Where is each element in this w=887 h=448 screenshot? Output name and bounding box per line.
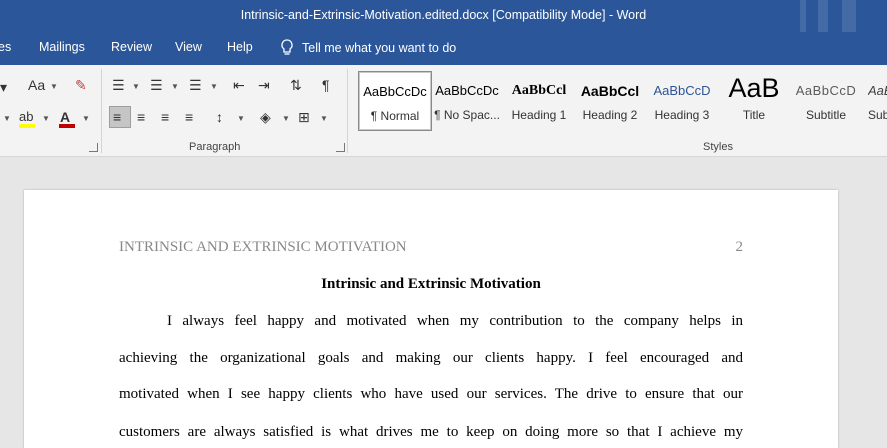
- justify-icon[interactable]: ≡: [185, 109, 193, 125]
- style-heading-2[interactable]: AaBbCcl Heading 2: [573, 71, 647, 131]
- font-size-icon[interactable]: ▾: [0, 79, 7, 95]
- style-no-spacing[interactable]: AaBbCcDc ¶ No Spac...: [430, 71, 504, 131]
- show-formatting-marks-icon[interactable]: ¶: [322, 77, 330, 93]
- tell-me-label: Tell me what you want to do: [302, 41, 457, 55]
- ribbon-tabs: es Mailings Review View Help Tell me wha…: [0, 32, 887, 65]
- paragraph-line: motivated when I see happy clients who h…: [119, 386, 743, 402]
- window-title: Intrinsic-and-Extrinsic-Motivation.edite…: [240, 8, 647, 22]
- highlight-icon[interactable]: ab: [19, 109, 33, 125]
- style-sample: AaBbCcDc: [363, 84, 427, 99]
- change-case-button[interactable]: Aa: [28, 77, 45, 93]
- increase-indent-icon[interactable]: ⇥: [258, 77, 270, 93]
- paragraph-line: customers are always satisfied is what d…: [119, 424, 743, 440]
- tab-review[interactable]: Review: [111, 40, 152, 54]
- chevron-down-icon[interactable]: ▼: [210, 82, 218, 91]
- chevron-down-icon[interactable]: ▼: [171, 82, 179, 91]
- font-color-icon[interactable]: A: [60, 109, 70, 125]
- borders-icon[interactable]: ⊞: [298, 109, 310, 125]
- decrease-indent-icon[interactable]: ⇤: [233, 77, 245, 93]
- style-sample: AaB: [728, 73, 780, 103]
- style-sample: AaBbCcl: [511, 83, 567, 98]
- chevron-down-icon[interactable]: ▼: [3, 114, 11, 123]
- chevron-down-icon[interactable]: ▼: [282, 114, 290, 123]
- ribbon: ▾ Aa ▼ ✎ ▼ ab ▼ A ▼ ☰ ▼ ☰ ▼ ☰ ▼ ⇤ ⇥ ⇅ ¶ …: [0, 65, 887, 157]
- change-case-label: Aa: [28, 77, 46, 93]
- line-spacing-icon[interactable]: ↕: [216, 109, 223, 125]
- style-sample: AaBbCcD: [868, 83, 887, 98]
- style-name: Sub: [868, 108, 887, 122]
- chevron-down-icon[interactable]: ▼: [237, 114, 245, 123]
- style-title[interactable]: AaB Title: [717, 71, 791, 131]
- multilevel-list-icon[interactable]: ☰: [189, 77, 202, 93]
- paragraph-line: I always feel happy and motivated when m…: [167, 313, 743, 329]
- chevron-down-icon[interactable]: ▼: [82, 114, 90, 123]
- style-name: Heading 1: [511, 108, 567, 122]
- style-name: Title: [742, 108, 766, 122]
- font-color-swatch: [59, 124, 75, 128]
- style-sample: AaBbCcDc: [435, 83, 499, 98]
- chevron-down-icon[interactable]: ▼: [320, 114, 328, 123]
- style-sample: AaBbCcD: [653, 83, 711, 98]
- paragraph-line: achieving the organizational goals and m…: [119, 350, 743, 366]
- style-name: Heading 3: [654, 108, 710, 122]
- group-separator: [347, 69, 348, 153]
- align-right-icon[interactable]: ≡: [161, 109, 169, 125]
- styles-group-label: Styles: [703, 141, 733, 153]
- document-title: Intrinsic and Extrinsic Motivation: [321, 276, 541, 292]
- style-subtitle[interactable]: AaBbCcD Subtitle: [789, 71, 863, 131]
- style-name: ¶ Normal: [370, 109, 420, 123]
- tab-help[interactable]: Help: [227, 40, 253, 54]
- tell-me-search[interactable]: Tell me what you want to do: [280, 39, 456, 57]
- style-sample: AaBbCcl: [580, 83, 640, 99]
- shading-icon[interactable]: ◈: [260, 109, 271, 125]
- style-heading-1[interactable]: AaBbCcl Heading 1: [502, 71, 576, 131]
- tab-mailings[interactable]: Mailings: [39, 40, 85, 54]
- align-left-icon: ≡: [113, 109, 122, 125]
- chevron-down-icon[interactable]: ▼: [50, 82, 58, 91]
- document-page[interactable]: INTRINSIC AND EXTRINSIC MOTIVATION 2 Int…: [24, 190, 838, 448]
- running-header: INTRINSIC AND EXTRINSIC MOTIVATION: [119, 239, 407, 255]
- group-separator: [101, 69, 102, 153]
- style-name: Subtitle: [805, 108, 847, 122]
- sort-icon[interactable]: ⇅: [290, 77, 302, 93]
- paragraph-dialog-launcher[interactable]: [336, 143, 345, 152]
- bullets-icon[interactable]: ☰: [112, 77, 125, 93]
- clear-formatting-icon[interactable]: ✎: [75, 77, 87, 93]
- chevron-down-icon[interactable]: ▼: [42, 114, 50, 123]
- tab-view[interactable]: View: [175, 40, 202, 54]
- tab-references[interactable]: es: [0, 40, 11, 54]
- page-number: 2: [735, 239, 744, 255]
- numbering-icon[interactable]: ☰: [150, 77, 163, 93]
- style-sample: AaBbCcD: [795, 83, 857, 98]
- paragraph-group-label: Paragraph: [189, 141, 241, 153]
- chevron-down-icon[interactable]: ▼: [132, 82, 140, 91]
- style-subtle-emphasis[interactable]: AaBbCcD Sub: [862, 71, 887, 131]
- lightbulb-icon: [281, 39, 293, 55]
- title-bar: Intrinsic-and-Extrinsic-Motivation.edite…: [0, 0, 887, 32]
- align-center-icon[interactable]: ≡: [137, 109, 145, 125]
- style-name: Heading 2: [582, 108, 638, 122]
- style-heading-3[interactable]: AaBbCcD Heading 3: [645, 71, 719, 131]
- font-dialog-launcher[interactable]: [89, 143, 98, 152]
- highlight-color-swatch: [19, 124, 35, 128]
- style-normal[interactable]: AaBbCcDc ¶ Normal: [358, 71, 432, 131]
- style-name: ¶ No Spac...: [434, 108, 500, 122]
